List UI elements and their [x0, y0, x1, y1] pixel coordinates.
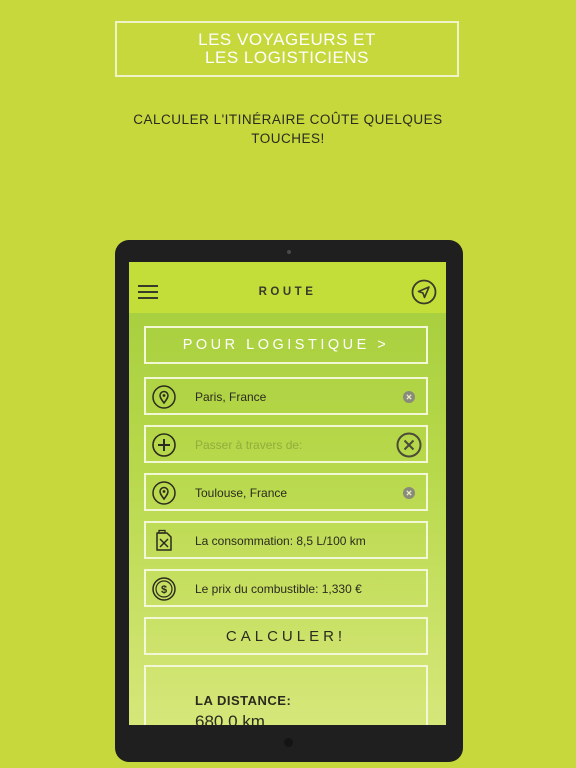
- clear-waypoint-icon[interactable]: [396, 432, 422, 458]
- camera-dot: [287, 250, 291, 254]
- origin-value: Paris, France: [195, 390, 267, 404]
- origin-field[interactable]: Paris, France: [144, 377, 428, 415]
- location-pin-icon: [152, 385, 176, 409]
- clear-destination-icon[interactable]: [403, 487, 415, 499]
- consumption-label: La consommation: 8,5 L/100 km: [195, 534, 366, 548]
- waypoint-field[interactable]: Passer à travers de:: [144, 425, 428, 463]
- result-panel: LA DISTANCE: 680.0 km: [144, 665, 428, 725]
- logistics-button-label: POUR LOGISTIQUE >: [182, 337, 390, 353]
- promo-title-box: LES VOYAGEURS ET LES LOGISTICIENS: [115, 21, 459, 77]
- app-screen: ROUTE POUR LOGISTIQUE > Paris, France Pa…: [129, 262, 446, 725]
- calculate-button[interactable]: CALCULER!: [144, 617, 428, 655]
- svg-text:$: $: [161, 584, 167, 596]
- consumption-field[interactable]: La consommation: 8,5 L/100 km: [144, 521, 428, 559]
- fuel-price-field[interactable]: $ Le prix du combustible: 1,330 €: [144, 569, 428, 607]
- fuel-price-label: Le prix du combustible: 1,330 €: [195, 582, 362, 596]
- app-title: ROUTE: [258, 286, 317, 298]
- promo-title: LES VOYAGEURS ET LES LOGISTICIENS: [198, 30, 376, 67]
- navigation-arrow-icon[interactable]: [411, 279, 437, 305]
- distance-label: LA DISTANCE:: [195, 693, 292, 708]
- tablet-device: ROUTE POUR LOGISTIQUE > Paris, France Pa…: [115, 240, 463, 762]
- waypoint-placeholder: Passer à travers de:: [195, 438, 303, 452]
- destination-field[interactable]: Toulouse, France: [144, 473, 428, 511]
- clear-origin-icon[interactable]: [403, 391, 415, 403]
- top-bar: ROUTE: [129, 262, 446, 313]
- logistics-button[interactable]: POUR LOGISTIQUE >: [144, 326, 428, 364]
- promo-subtitle: CALCULER L'ITINÉRAIRE COÛTE QUELQUES TOU…: [133, 112, 443, 146]
- calculate-button-label: CALCULER!: [225, 627, 347, 645]
- plus-circle-icon[interactable]: [152, 433, 176, 457]
- destination-value: Toulouse, France: [195, 486, 288, 500]
- home-button[interactable]: [284, 738, 293, 747]
- distance-value: 680.0 km: [195, 712, 265, 725]
- fuel-can-icon: [156, 529, 172, 551]
- coin-dollar-icon: $: [152, 577, 176, 601]
- location-pin-icon: [152, 481, 176, 505]
